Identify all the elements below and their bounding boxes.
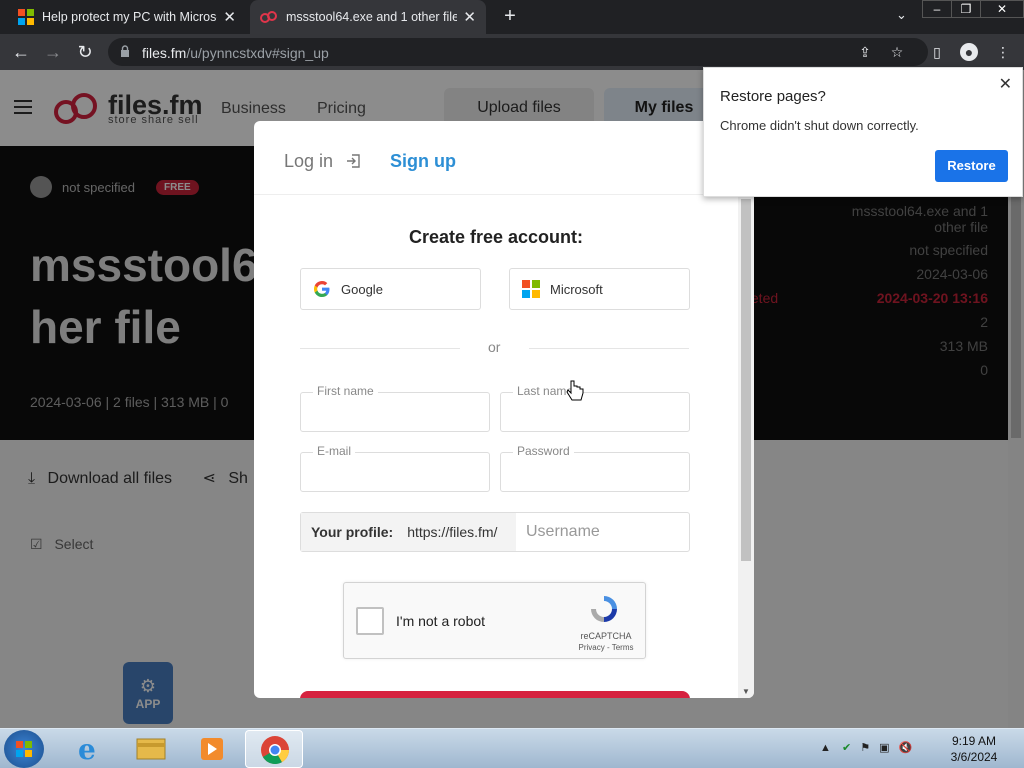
- tab-search-chevron-icon[interactable]: ⌄: [896, 7, 907, 23]
- last-name-field[interactable]: Last name: [500, 384, 690, 432]
- forward-arrow-icon[interactable]: →: [42, 41, 64, 63]
- recaptcha-checkbox[interactable]: [356, 607, 384, 635]
- login-tab-label: Log in: [284, 151, 334, 171]
- share-icon[interactable]: ⇪: [856, 43, 874, 61]
- tab-login[interactable]: Log in: [284, 151, 360, 172]
- microsoft-logo-icon: [522, 280, 540, 298]
- divider-right: [529, 348, 689, 349]
- auth-tabs: Log in Sign up: [254, 121, 754, 195]
- new-tab-button[interactable]: +: [498, 4, 522, 28]
- form-title: Create free account:: [408, 227, 584, 247]
- close-window-button[interactable]: ✕: [980, 0, 1024, 18]
- system-clock[interactable]: 9:19 AM 3/6/2024: [944, 733, 1004, 765]
- chrome-taskbar-icon[interactable]: [245, 730, 303, 768]
- tab-signup[interactable]: Sign up: [390, 151, 456, 172]
- signup-modal: Log in Sign up Create free account: Goog…: [254, 121, 754, 698]
- profile-url-prefix: https://files.fm/: [407, 524, 498, 540]
- login-icon: [347, 154, 360, 168]
- close-tab-icon[interactable]: ✕: [223, 8, 236, 26]
- tab-title: mssstool64.exe and 1 other file |: [286, 10, 458, 24]
- profile-url-group: Your profile: https://files.fm/ Username: [300, 512, 690, 552]
- volume-muted-icon[interactable]: 🔇: [899, 742, 913, 754]
- internet-explorer-icon[interactable]: e: [60, 730, 118, 768]
- action-center-flag-icon[interactable]: ⚑: [860, 742, 870, 754]
- clock-time: 9:19 AM: [951, 734, 997, 748]
- media-player-icon[interactable]: [182, 730, 240, 768]
- google-g-icon: [314, 281, 330, 297]
- divider-left: [300, 348, 460, 349]
- windows-start-icon: [16, 741, 32, 757]
- minimize-button[interactable]: –: [922, 0, 952, 18]
- modal-scrollbar[interactable]: ▼: [738, 195, 754, 698]
- recaptcha-terms-links[interactable]: Privacy - Terms: [576, 643, 636, 652]
- show-hidden-icons-icon[interactable]: ▲: [820, 742, 831, 754]
- browser-tab-strip: Help protect my PC with Microso ✕ msssto…: [0, 0, 1024, 34]
- tab-filesfm[interactable]: mssstool64.exe and 1 other file | ✕: [250, 0, 486, 34]
- restore-title: Restore pages?: [720, 88, 826, 105]
- password-label: Password: [513, 444, 574, 458]
- filesfm-icon: [260, 11, 277, 23]
- recaptcha-widget: I'm not a robot reCAPTCHA Privacy - Term…: [343, 582, 646, 659]
- google-signin-button[interactable]: Google: [300, 268, 481, 310]
- reload-icon[interactable]: ↻: [74, 41, 96, 63]
- url-text: files.fm/u/pynncstxdv#sign_up: [142, 45, 329, 61]
- window-controls: – ❐ ✕: [922, 0, 1024, 18]
- lock-icon: [121, 45, 129, 57]
- password-field[interactable]: Password: [500, 444, 690, 492]
- tab-help-protect[interactable]: Help protect my PC with Microso ✕: [8, 0, 246, 34]
- svg-text:e: e: [78, 733, 96, 766]
- restore-pages-dialog: Restore pages? ✕ Chrome didn't shut down…: [703, 67, 1023, 197]
- email-field[interactable]: E-mail: [300, 444, 490, 492]
- browser-toolbar: ← → ↻ files.fm/u/pynncstxdv#sign_up ⇪ ☆ …: [0, 34, 1024, 70]
- recaptcha-label: I'm not a robot: [396, 613, 486, 629]
- restore-message: Chrome didn't shut down correctly.: [720, 118, 919, 133]
- microsoft-signin-button[interactable]: Microsoft: [509, 268, 690, 310]
- recaptcha-brand: reCAPTCHA: [580, 631, 632, 641]
- modal-scroll-thumb[interactable]: [741, 199, 751, 561]
- start-button[interactable]: [4, 730, 44, 768]
- restore-window-button[interactable]: ❐: [951, 0, 981, 18]
- side-panel-icon[interactable]: ▯: [928, 43, 946, 61]
- tab-title: Help protect my PC with Microso: [42, 10, 218, 24]
- network-icon[interactable]: ▣: [879, 742, 889, 754]
- windows-taskbar: e ▲ ✔ ⚑ ▣ 🔇 9:19 AM 3/6/2024: [0, 728, 1024, 768]
- first-name-label: First name: [313, 384, 378, 398]
- signup-form: Create free account: Google Microsoft or…: [254, 195, 738, 698]
- close-tab-icon[interactable]: ✕: [463, 8, 476, 26]
- restore-button[interactable]: Restore: [935, 150, 1008, 182]
- profile-prefix: Your profile: https://files.fm/: [301, 513, 516, 551]
- windows-logo-icon: [18, 9, 34, 25]
- menu-kebab-icon[interactable]: ⋮: [994, 43, 1012, 61]
- clock-date: 3/6/2024: [950, 750, 998, 764]
- back-arrow-icon[interactable]: ←: [10, 41, 32, 63]
- close-icon[interactable]: ✕: [999, 74, 1012, 94]
- profile-label: Your profile:: [311, 524, 394, 540]
- signup-submit-button[interactable]: [300, 691, 690, 698]
- bookmark-star-icon[interactable]: ☆: [888, 43, 906, 61]
- recaptcha-logo-icon: [591, 596, 617, 622]
- security-check-icon[interactable]: ✔: [842, 742, 851, 754]
- profile-avatar-icon[interactable]: ●: [960, 43, 978, 61]
- microsoft-label: Microsoft: [550, 281, 603, 297]
- hand-cursor-icon: [566, 380, 584, 401]
- first-name-field[interactable]: First name: [300, 384, 490, 432]
- google-label: Google: [341, 281, 383, 297]
- scroll-down-arrow-icon[interactable]: ▼: [742, 687, 750, 696]
- system-tray: ▲ ✔ ⚑ ▣ 🔇: [820, 741, 912, 754]
- username-input[interactable]: Username: [516, 513, 689, 551]
- address-bar[interactable]: files.fm/u/pynncstxdv#sign_up: [108, 38, 928, 66]
- or-separator: or: [488, 339, 501, 355]
- email-label: E-mail: [313, 444, 356, 458]
- file-explorer-icon[interactable]: [122, 730, 180, 768]
